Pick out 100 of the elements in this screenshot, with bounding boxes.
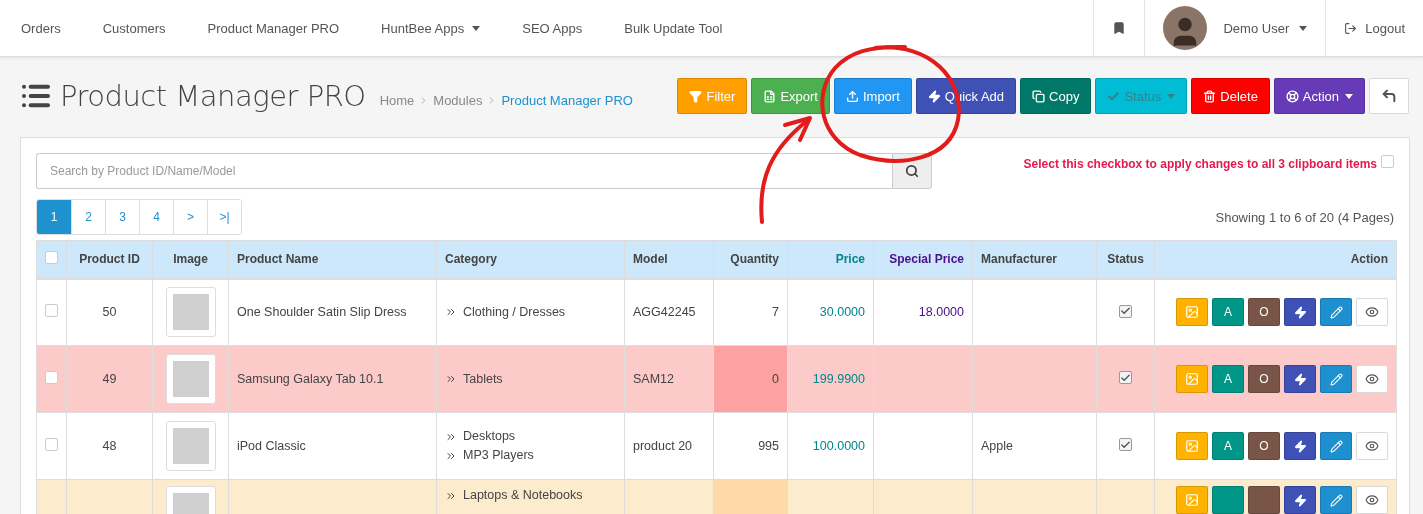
filter-icon [689,89,703,103]
checkbox[interactable] [45,304,58,318]
nav-link[interactable]: HuntBee Apps [360,0,502,56]
delete-button[interactable]: Delete [1191,78,1270,114]
view-button[interactable] [1356,365,1388,393]
letter-button[interactable]: A [1212,365,1244,393]
category-text: Clothing / Dresses [463,303,566,321]
edit-button[interactable] [1320,365,1352,393]
export-button[interactable]: Export [751,78,830,114]
checkbox[interactable] [45,251,58,265]
search-field[interactable]: Search by Product ID/Name/Model [36,153,892,189]
lightning-icon [1293,493,1307,507]
lightning-icon [927,89,941,103]
copy-button[interactable]: Copy [1020,78,1092,114]
double-chevron-icon [445,373,457,385]
breadcrumb-link[interactable]: Product Manager PRO [501,92,633,108]
price-text: 100.0000 [812,439,865,453]
nav-link[interactable]: Customers [81,0,187,56]
column-header: Quantity [713,240,788,279]
eye-icon [1365,493,1379,507]
eye-icon [1365,439,1379,453]
status-checkbox[interactable] [1119,304,1132,318]
upload-icon [845,89,859,103]
page-link[interactable]: >| [207,200,241,234]
image-icon [1185,305,1199,320]
quantity-cell: 0 [713,345,788,413]
letter-button[interactable]: A [1212,432,1244,460]
avatar [1163,6,1208,50]
table-cell: product 20 [633,439,693,453]
image-button[interactable] [1176,298,1208,327]
pencil-icon [1329,493,1343,507]
view-button[interactable] [1356,486,1388,514]
results-summary: Showing 1 to 6 of 20 (4 Pages) [1215,209,1394,225]
quick-edit-button[interactable] [1284,486,1316,514]
filter-button[interactable]: Filter [677,78,748,114]
price-text: 199.9900 [812,372,865,386]
clipboard-notice: Select this checkbox to apply changes to all 3 clipboard items [1023,157,1377,171]
pencil-icon [1329,305,1343,319]
quantity-cell: 7 [713,278,788,346]
status-checkbox[interactable] [1119,371,1132,385]
search-icon [905,164,919,178]
logout-link[interactable]: Logout [1325,0,1423,56]
page-link[interactable]: 1 [37,200,71,234]
back-icon [1381,88,1397,104]
letter-button[interactable]: A [1212,298,1244,327]
lightning-icon [1293,439,1307,453]
lightning-icon [1293,305,1307,319]
edit-button[interactable] [1320,298,1352,327]
status-button[interactable]: Status [1095,78,1188,114]
category-text: Laptops & Notebooks [463,487,583,504]
photo-placeholder [172,294,209,331]
letter-button[interactable]: O [1248,432,1280,460]
quantity-cell: 995 [713,412,788,480]
pencil-icon [1329,372,1343,386]
letter-button[interactable]: O [1248,298,1280,327]
edit-button[interactable] [1320,486,1352,514]
image-icon [1185,372,1199,386]
breadcrumb-link[interactable]: Home [379,92,415,108]
quick-edit-button[interactable] [1284,365,1316,393]
status-checkbox[interactable] [1119,438,1132,452]
spreadsheet-icon [763,89,777,103]
caret-icon [472,25,481,31]
back-button[interactable] [1369,78,1409,114]
trash-icon [1203,89,1217,103]
table-cell: SAM12 [633,372,674,386]
table-cell: One Shoulder Satin Slip Dress [237,305,407,320]
category-text: MP3 Players [463,447,534,464]
column-header: Action [1154,240,1397,279]
table-cell: Samsung Galaxy Tab 10.1 [237,372,384,386]
nav-link[interactable]: SEO Apps [501,0,604,56]
letter-button[interactable]: O [1248,365,1280,393]
photo-placeholder [172,361,209,397]
view-button[interactable] [1356,298,1388,327]
action-button[interactable]: Action [1273,78,1365,114]
pencil-icon [1329,439,1343,453]
nav-link[interactable]: Orders [0,0,82,56]
import-button[interactable]: Import [833,78,912,114]
image-icon [1185,439,1199,453]
quick-edit-button[interactable] [1284,298,1316,327]
caret-icon [1299,25,1308,31]
edit-button[interactable] [1320,432,1352,460]
checkbox[interactable] [45,371,58,384]
page-title: Product Manager PRO [60,79,366,113]
user-menu[interactable]: Demo User [1144,0,1326,56]
quick-edit-button[interactable] [1284,432,1316,460]
column-header: Manufacturer [972,240,1097,279]
column-header: Image [152,240,229,279]
checkbox[interactable] [45,438,58,451]
nav-link[interactable]: Product Manager PRO [186,0,361,56]
caret-icon [1167,93,1176,99]
breadcrumb-link[interactable]: Modules [433,92,483,108]
checkbox[interactable] [1381,155,1394,168]
nav-link[interactable]: Bulk Update Tool [603,0,744,56]
table-cell: 50 [102,305,117,320]
caret-icon [1345,93,1353,99]
eye-icon [1365,305,1379,320]
table-cell: AGG42245 [633,305,696,320]
view-button[interactable] [1356,432,1388,460]
eye-icon [1365,372,1379,386]
table-cell: 49 [102,372,117,386]
